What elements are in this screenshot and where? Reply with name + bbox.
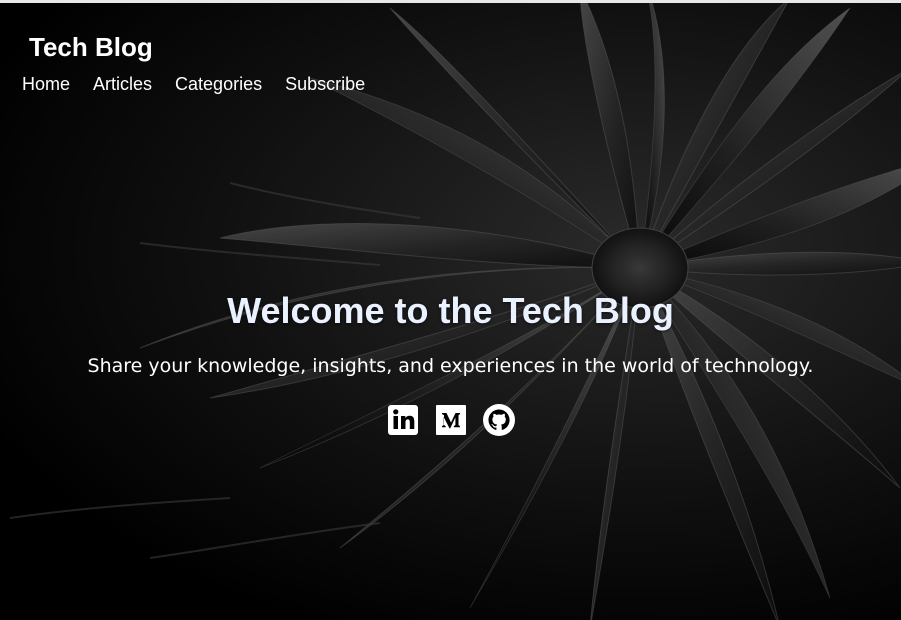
nav-articles[interactable]: Articles bbox=[93, 73, 152, 95]
medium-icon bbox=[435, 405, 466, 435]
social-links bbox=[0, 403, 901, 437]
site-title[interactable]: Tech Blog bbox=[29, 31, 388, 63]
hero-headline: Welcome to the Tech Blog bbox=[227, 290, 674, 331]
nav-subscribe[interactable]: Subscribe bbox=[285, 73, 365, 95]
nav-home[interactable]: Home bbox=[22, 73, 70, 95]
hero-content: Welcome to the Tech Blog Share your know… bbox=[0, 289, 901, 437]
site-header: Tech Blog Home Articles Categories Subsc… bbox=[22, 31, 388, 95]
main-nav: Home Articles Categories Subscribe bbox=[22, 73, 388, 95]
linkedin-icon bbox=[387, 405, 418, 435]
medium-link[interactable] bbox=[434, 403, 468, 437]
github-link[interactable] bbox=[482, 403, 516, 437]
nav-categories[interactable]: Categories bbox=[175, 73, 262, 95]
github-icon bbox=[482, 404, 515, 436]
hero-tagline: Share your knowledge, insights, and expe… bbox=[87, 355, 814, 377]
hero-section: Tech Blog Home Articles Categories Subsc… bbox=[0, 0, 901, 620]
linkedin-link[interactable] bbox=[386, 403, 420, 437]
